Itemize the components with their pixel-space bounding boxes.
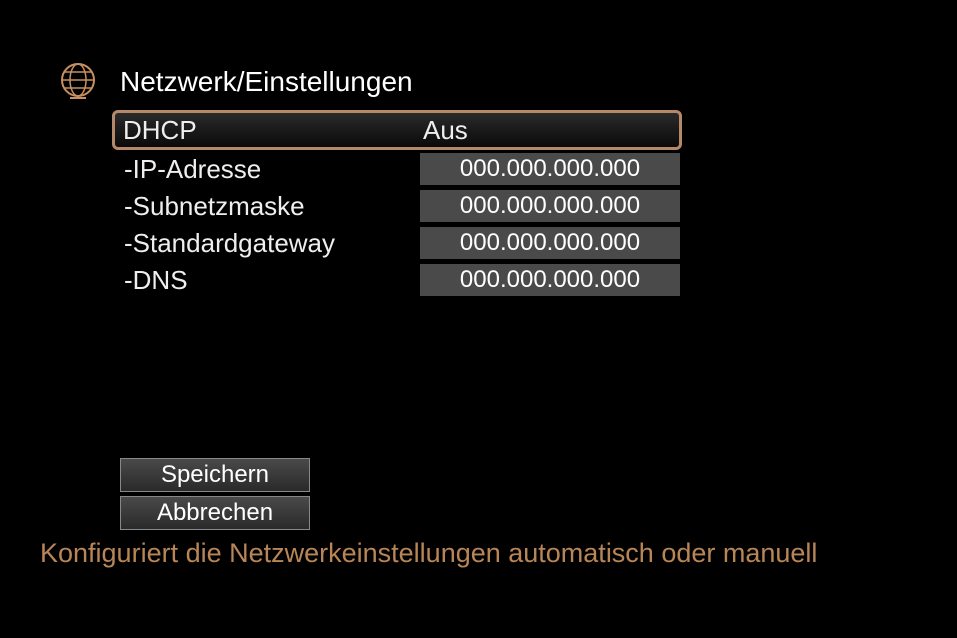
setting-subnet[interactable]: -Subnetzmaske 000.000.000.000 [112, 188, 682, 224]
setting-dns-label: -DNS [112, 265, 412, 296]
setting-dhcp[interactable]: DHCP Aus [112, 110, 682, 150]
cancel-button[interactable]: Abbrechen [120, 496, 310, 530]
setting-subnet-label: -Subnetzmaske [112, 191, 412, 222]
button-group: Speichern Abbrechen [120, 458, 310, 530]
setting-dhcp-label: DHCP [123, 115, 423, 146]
setting-ip-label: -IP-Adresse [112, 154, 412, 185]
page-title: Netzwerk/Einstellungen [120, 66, 413, 98]
settings-panel: DHCP Aus -IP-Adresse 000.000.000.000 -Su… [112, 110, 682, 299]
setting-dhcp-value: Aus [423, 115, 468, 146]
setting-dns-value[interactable]: 000.000.000.000 [420, 264, 680, 296]
setting-gateway[interactable]: -Standardgateway 000.000.000.000 [112, 225, 682, 261]
setting-dns[interactable]: -DNS 000.000.000.000 [112, 262, 682, 298]
setting-ip-value[interactable]: 000.000.000.000 [420, 153, 680, 185]
setting-ip[interactable]: -IP-Adresse 000.000.000.000 [112, 151, 682, 187]
save-button[interactable]: Speichern [120, 458, 310, 492]
setting-gateway-value[interactable]: 000.000.000.000 [420, 227, 680, 259]
header: Netzwerk/Einstellungen [56, 60, 413, 104]
setting-gateway-label: -Standardgateway [112, 228, 412, 259]
setting-subnet-value[interactable]: 000.000.000.000 [420, 190, 680, 222]
help-text: Konfiguriert die Netzwerkeinstellungen a… [40, 538, 817, 569]
globe-icon [56, 60, 100, 104]
